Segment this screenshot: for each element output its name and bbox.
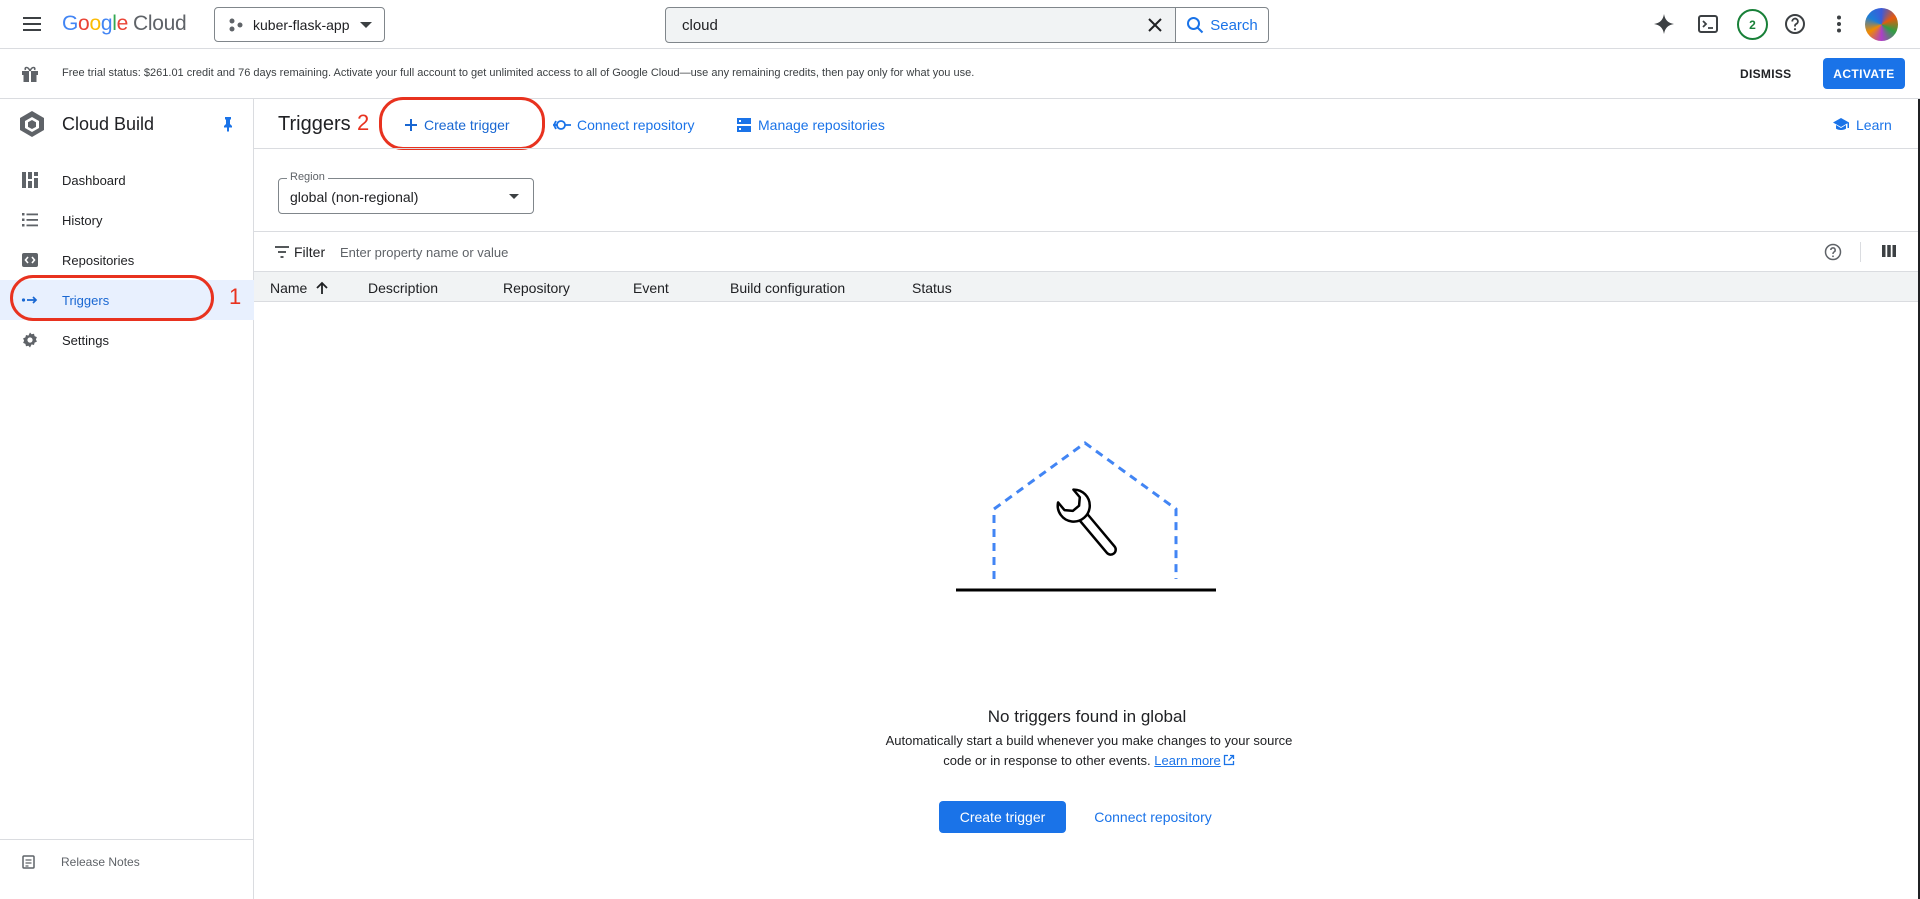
chevron-down-icon (509, 194, 519, 199)
manage-repositories-button[interactable]: Manage repositories (736, 113, 885, 137)
column-header-name[interactable]: Name (270, 280, 329, 296)
sidebar-item-label: Repositories (62, 252, 135, 268)
learn-label: Learn (1856, 117, 1892, 133)
banner-text: Free trial status: $261.01 credit and 76… (62, 67, 975, 79)
gift-icon (22, 66, 38, 82)
search-input[interactable] (666, 8, 1135, 42)
region-label: Region (287, 171, 328, 183)
dashboard-icon (22, 172, 38, 188)
sidebar-item-label: History (62, 212, 103, 228)
filter-icon (275, 246, 289, 258)
manage-repositories-label: Manage repositories (758, 117, 885, 133)
sidebar-item-history[interactable]: History (0, 200, 254, 240)
more-vert-icon[interactable] (1827, 12, 1851, 36)
main-content: Triggers Create trigger Connect reposito… (254, 99, 1920, 899)
dismiss-button[interactable]: DISMISS (1740, 62, 1791, 86)
learn-more-label: Learn more (1154, 753, 1221, 768)
connect-repository-label: Connect repository (577, 117, 695, 133)
table-header: Name Description Repository Event Build … (254, 272, 1920, 302)
wrench-icon (1056, 488, 1117, 556)
sidebar-item-label: Triggers (62, 292, 110, 308)
logo-cloud-text: Cloud (132, 12, 187, 35)
sidebar-item-label: Settings (62, 332, 109, 348)
search-bar: Search (665, 7, 1269, 43)
annotation-number-1: 1 (229, 284, 242, 309)
empty-state-illustration (956, 441, 1216, 592)
chevron-down-icon (360, 22, 372, 28)
search-button-label: Search (1210, 16, 1258, 34)
top-bar: GoogleCloud kuber-flask-app Search 2 (0, 0, 1920, 49)
help-icon[interactable] (1783, 12, 1807, 36)
product-title: Cloud Build (62, 114, 155, 134)
region-value: global (non-regional) (290, 189, 419, 205)
release-notes-label: Release Notes (61, 855, 140, 869)
empty-state-description-line1: Automatically start a build whenever you… (885, 733, 1293, 748)
connect-repository-button[interactable]: Connect repository (553, 113, 695, 137)
column-display-icon[interactable] (1881, 243, 1897, 259)
sidebar-item-settings[interactable]: Settings (0, 320, 254, 360)
column-header-description[interactable]: Description (368, 280, 438, 296)
release-notes-icon (22, 855, 35, 869)
google-cloud-logo[interactable]: Google Cloud (62, 12, 187, 36)
create-trigger-primary-button[interactable]: Create trigger (939, 801, 1066, 833)
filter-input[interactable] (340, 240, 740, 264)
page-title: Triggers (278, 113, 351, 135)
help-icon[interactable] (1824, 243, 1842, 261)
cloud-build-icon (20, 111, 44, 137)
filter-label: Filter (294, 244, 326, 260)
avatar[interactable] (1865, 8, 1898, 41)
project-picker[interactable]: kuber-flask-app (214, 7, 385, 42)
release-notes-link[interactable]: Release Notes (0, 839, 254, 883)
sidebar-item-repositories[interactable]: Repositories (0, 240, 254, 280)
repository-icon (22, 253, 38, 267)
divider (1860, 242, 1861, 262)
empty-state-description-line2: code or in response to other events. (943, 753, 1151, 768)
empty-state-title: No triggers found in global (987, 707, 1187, 726)
empty-state-description: Automatically start a build whenever you… (850, 731, 1328, 771)
search-button[interactable]: Search (1175, 8, 1268, 42)
connect-icon (553, 120, 571, 130)
trigger-arrows-icon (21, 296, 38, 304)
gemini-sparkle-icon[interactable] (1652, 12, 1676, 36)
open-in-new-icon (1223, 754, 1234, 766)
connect-repository-text-button[interactable]: Connect repository (1082, 801, 1224, 833)
activate-button[interactable]: ACTIVATE (1823, 58, 1905, 89)
column-header-event[interactable]: Event (633, 280, 669, 296)
sidebar-item-dashboard[interactable]: Dashboard (0, 160, 254, 200)
product-header: Cloud Build (0, 99, 254, 149)
school-icon (1833, 118, 1849, 130)
sidebar-item-triggers[interactable]: Triggers (0, 280, 254, 320)
create-trigger-label: Create trigger (424, 117, 510, 133)
filter-bar: Filter (254, 231, 1920, 272)
create-trigger-button[interactable]: Create trigger (404, 113, 510, 137)
column-header-build-configuration[interactable]: Build configuration (730, 280, 845, 296)
sidebar-item-label: Dashboard (62, 172, 126, 188)
gear-icon (23, 332, 37, 348)
free-trial-banner: Free trial status: $261.01 credit and 76… (0, 49, 1920, 99)
project-name: kuber-flask-app (253, 16, 350, 33)
action-bar: Triggers Create trigger Connect reposito… (254, 99, 1920, 149)
clear-search-icon[interactable] (1135, 8, 1175, 42)
cloud-shell-terminal-icon[interactable] (1696, 12, 1720, 36)
column-header-status[interactable]: Status (912, 280, 952, 296)
arrow-up-icon (316, 281, 328, 294)
project-icon (229, 18, 243, 31)
region-select[interactable]: Region global (non-regional) (278, 171, 534, 214)
search-icon (1187, 17, 1204, 34)
storage-icon (737, 118, 751, 132)
hamburger-menu-icon[interactable] (20, 12, 44, 36)
column-header-label: Name (270, 280, 308, 296)
learn-button[interactable]: Learn (1832, 113, 1892, 137)
plus-icon (405, 119, 417, 131)
list-icon (22, 213, 38, 227)
column-header-repository[interactable]: Repository (503, 280, 570, 296)
notifications-badge[interactable]: 2 (1737, 9, 1768, 40)
pin-icon[interactable] (220, 116, 236, 132)
sidebar: Cloud Build Dashboard History Repositori… (0, 99, 254, 899)
learn-more-link[interactable]: Learn more (1154, 753, 1220, 768)
